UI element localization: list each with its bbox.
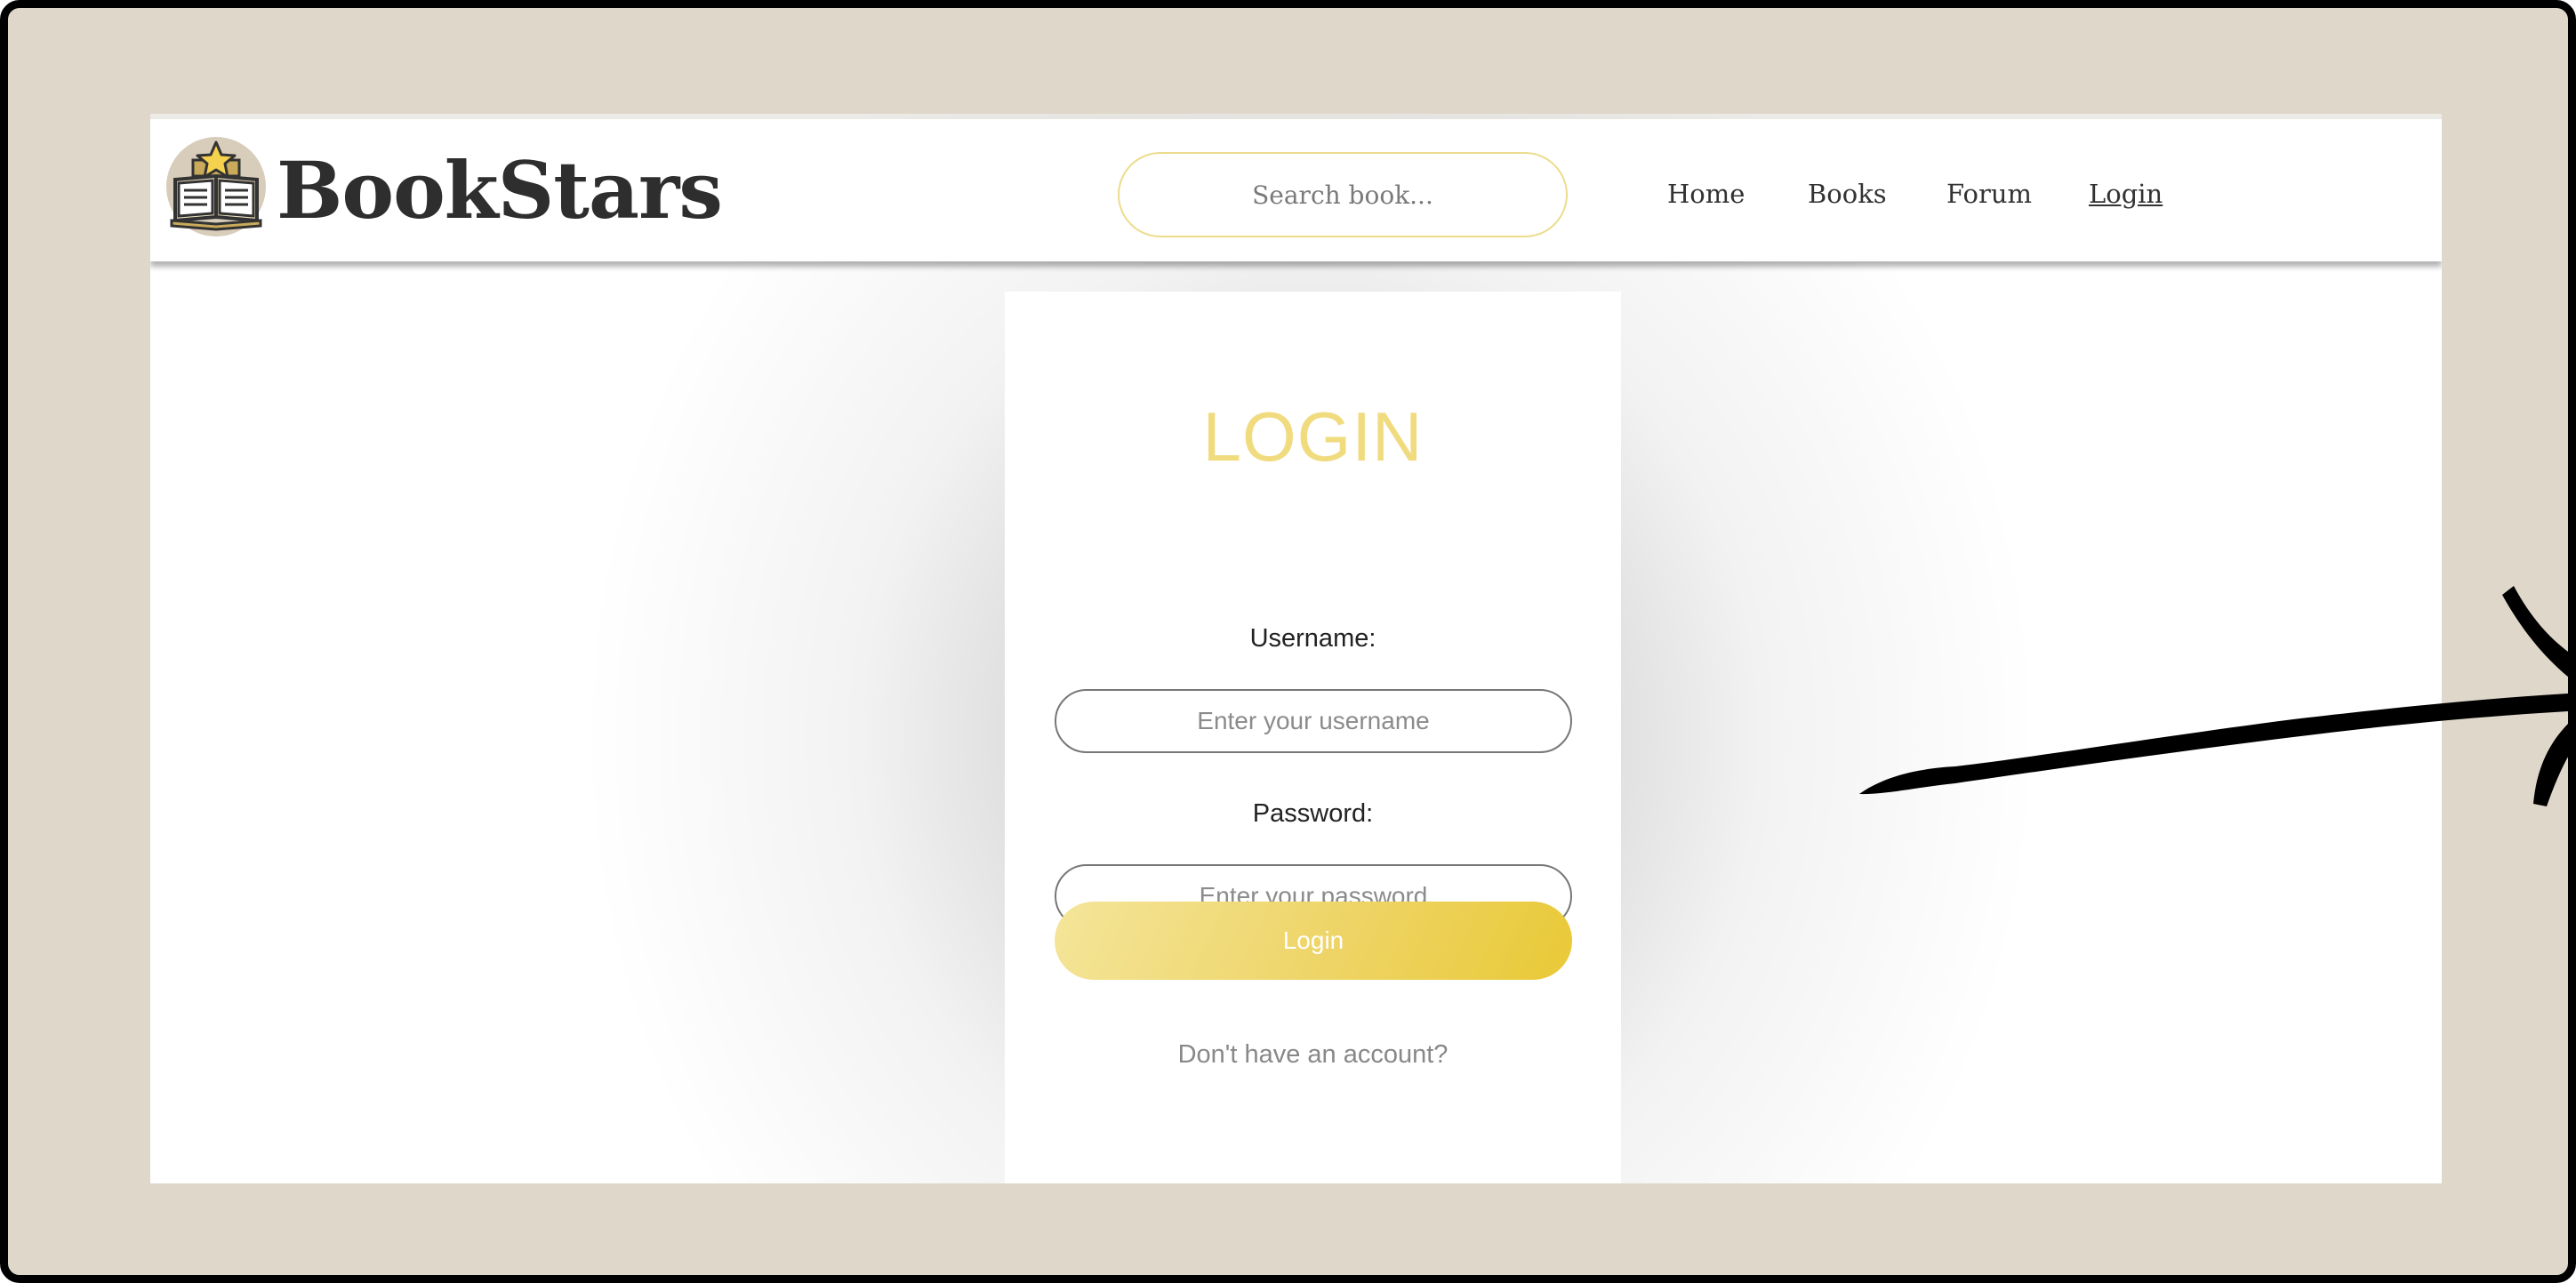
password-label: Password: xyxy=(1252,799,1374,828)
search-input[interactable] xyxy=(1118,152,1568,237)
login-button[interactable]: Login xyxy=(1055,902,1572,980)
login-title: LOGIN xyxy=(1202,397,1424,476)
nav-books-link[interactable]: Books xyxy=(1808,172,1887,215)
book-star-icon[interactable] xyxy=(166,137,266,237)
username-label: Username: xyxy=(1249,624,1376,653)
navbar: BookStars Home Books Forum Login xyxy=(150,119,2442,261)
nav-home-link[interactable]: Home xyxy=(1667,172,1745,215)
screenshot-frame: BookStars Home Books Forum Login LOGIN U… xyxy=(0,0,2576,1283)
login-card: LOGIN Username: Password: Login Don't ha… xyxy=(1005,292,1621,1183)
signup-link[interactable]: Don't have an account? xyxy=(1005,1040,1621,1070)
nav-forum-link[interactable]: Forum xyxy=(1946,172,2032,215)
username-input[interactable] xyxy=(1055,689,1572,753)
hand-drawn-arrow-icon xyxy=(1859,586,2568,806)
brand-name[interactable]: BookStars xyxy=(277,137,723,244)
nav-login-link[interactable]: Login xyxy=(2089,172,2163,215)
